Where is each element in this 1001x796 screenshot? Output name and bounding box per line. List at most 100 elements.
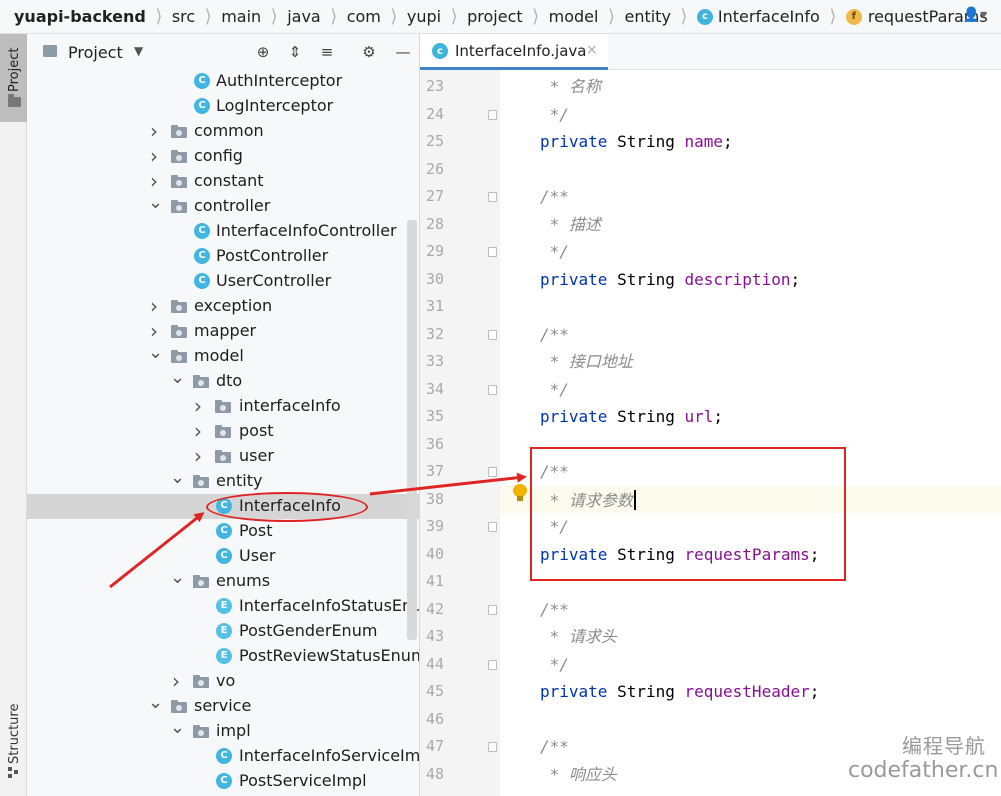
chevron-right-icon[interactable]: › (148, 319, 160, 344)
minimize-icon[interactable]: — (393, 42, 413, 62)
breadcrumb: yuapi-backend ⟩ src ⟩ main ⟩ java ⟩ com ⟩ yupi ⟩ pro… (0, 0, 1001, 34)
breadcrumb-item[interactable]: c InterfaceInfo (696, 7, 820, 26)
fold-marker-icon[interactable] (488, 467, 497, 477)
tree-item[interactable]: ⌄ impl (27, 719, 407, 744)
tree-item[interactable]: › exception (27, 294, 407, 319)
folder-icon (171, 700, 187, 713)
tree-item[interactable]: ⌄ entity (27, 469, 407, 494)
chevron-down-icon[interactable]: ⌄ (170, 369, 185, 394)
editor-gutter: 23 24 25 26 27 28 29 30 31 32 33 34 35 36 37 38 39 40 41 42… (420, 70, 500, 796)
breadcrumb-item[interactable]: project (467, 7, 523, 26)
project-scrollbar[interactable] (407, 220, 417, 640)
breadcrumb-item[interactable]: java (287, 7, 321, 26)
tree-item[interactable]: E PostReviewStatusEnum (27, 644, 419, 669)
class-icon: C (194, 273, 210, 289)
chevron-right-icon[interactable]: › (192, 444, 204, 469)
chevron-down-icon[interactable]: ▼ (134, 44, 143, 58)
tree-item[interactable]: › common (27, 119, 407, 144)
fold-marker-icon[interactable] (488, 659, 497, 670)
tree-item[interactable]: ⌄ controller (27, 194, 407, 219)
tree-item-label: model (194, 346, 244, 365)
tree-item[interactable]: E PostGenderEnum (27, 619, 407, 644)
tree-item-label: mapper (194, 321, 257, 340)
tree-item[interactable]: C InterfaceInfoServiceImpl (27, 744, 419, 769)
tree-item[interactable]: C LogInterceptor (27, 94, 407, 119)
fold-marker-icon[interactable] (488, 192, 497, 202)
fold-marker-icon[interactable] (488, 247, 497, 257)
code-line: /** (540, 183, 569, 211)
tree-item[interactable]: C PostController (27, 244, 407, 269)
tree-item[interactable]: C UserController (27, 269, 407, 294)
tab-interfaceinfo-java[interactable]: c InterfaceInfo.java × (420, 34, 608, 70)
code-editor[interactable]: * 名称 */ private String name; /** * 描述 */ pr… (500, 70, 1001, 796)
expand-all-icon[interactable]: ⇕ (285, 42, 305, 62)
breadcrumb-separator-icon: ⟩ (330, 6, 338, 27)
code-token: ; (723, 132, 733, 151)
fold-marker-icon[interactable] (488, 604, 497, 615)
chevron-down-icon[interactable]: ⌄ (170, 719, 185, 744)
collapse-all-icon[interactable]: ≡ (317, 42, 337, 62)
chevron-right-icon[interactable]: › (148, 294, 160, 319)
tree-item-label: InterfaceInfoController (216, 221, 397, 240)
chevron-down-icon[interactable]: ⌄ (170, 469, 185, 494)
code-comment: /** (540, 599, 569, 619)
tree-item[interactable]: › post (27, 419, 407, 444)
locate-icon[interactable]: ⊕ (253, 42, 273, 62)
chevron-right-icon[interactable]: › (148, 169, 160, 194)
breadcrumb-item[interactable]: model (549, 7, 599, 26)
lightbulb-icon[interactable] (513, 484, 527, 502)
tree-item[interactable]: ⌄ service (27, 694, 407, 719)
structure-tool-tab[interactable]: Structure (0, 34, 27, 796)
breadcrumb-item[interactable]: yuapi-backend (14, 7, 146, 26)
tree-item[interactable]: › user (27, 444, 407, 469)
code-line: private String description; (540, 266, 800, 294)
gear-icon[interactable]: ⚙ (359, 42, 379, 62)
folder-icon (171, 325, 187, 338)
line-number: 41 (425, 572, 444, 590)
breadcrumb-item[interactable]: main (221, 7, 261, 26)
tree-item-label: PostReviewStatusEnum (239, 646, 420, 665)
tree-item[interactable]: › config (27, 144, 407, 169)
chevron-right-icon[interactable]: › (192, 394, 204, 419)
user-menu-icon[interactable]: 👤▾ (963, 7, 987, 23)
close-icon[interactable]: × (586, 42, 598, 58)
tree-item[interactable]: C PostServiceImpl (27, 769, 407, 794)
line-number: 44 (425, 654, 444, 673)
tree-item-label: impl (216, 721, 251, 740)
fold-marker-icon[interactable] (488, 109, 497, 120)
fold-marker-icon[interactable] (488, 384, 497, 395)
chevron-down-icon[interactable]: ⌄ (148, 344, 163, 369)
fold-marker-icon[interactable] (488, 329, 497, 340)
tree-item[interactable]: ⌄ model (27, 344, 407, 369)
breadcrumb-item-label: project (467, 7, 523, 26)
breadcrumb-item[interactable]: yupi (407, 7, 441, 26)
chevron-right-icon[interactable]: › (170, 669, 182, 694)
tree-item[interactable]: C InterfaceInfoController (27, 219, 407, 244)
code-line: /** (540, 733, 569, 761)
chevron-right-icon[interactable]: › (192, 419, 204, 444)
chevron-down-icon[interactable]: ⌄ (148, 194, 163, 219)
code-field-name: requestHeader (684, 682, 810, 701)
breadcrumb-item[interactable]: com (347, 7, 381, 26)
chevron-down-icon[interactable]: ⌄ (170, 569, 185, 594)
fold-marker-icon[interactable] (488, 522, 497, 532)
tree-item[interactable]: › mapper (27, 319, 407, 344)
chevron-right-icon[interactable]: › (148, 119, 160, 144)
tree-item[interactable]: C Post (27, 519, 407, 544)
tree-item[interactable]: › constant (27, 169, 407, 194)
tree-item[interactable]: C AuthInterceptor (27, 69, 407, 94)
tree-item[interactable]: E InterfaceInfoStatusEnum (27, 594, 419, 619)
class-icon: C (216, 748, 232, 764)
chevron-right-icon[interactable]: › (148, 144, 160, 169)
breadcrumb-item[interactable]: entity (624, 7, 670, 26)
tree-item[interactable]: › interfaceInfo (27, 394, 407, 419)
code-field-name: description (684, 269, 791, 289)
tree-item[interactable]: ⌄ dto (27, 369, 407, 394)
tree-item[interactable]: C User (27, 544, 407, 569)
fold-marker-icon[interactable] (488, 742, 497, 752)
line-number: 37 (425, 462, 444, 480)
tree-item[interactable]: › vo (27, 669, 407, 694)
tree-item[interactable]: ⌄ enums (27, 569, 407, 594)
chevron-down-icon[interactable]: ⌄ (148, 694, 163, 719)
breadcrumb-item[interactable]: src (172, 7, 195, 26)
